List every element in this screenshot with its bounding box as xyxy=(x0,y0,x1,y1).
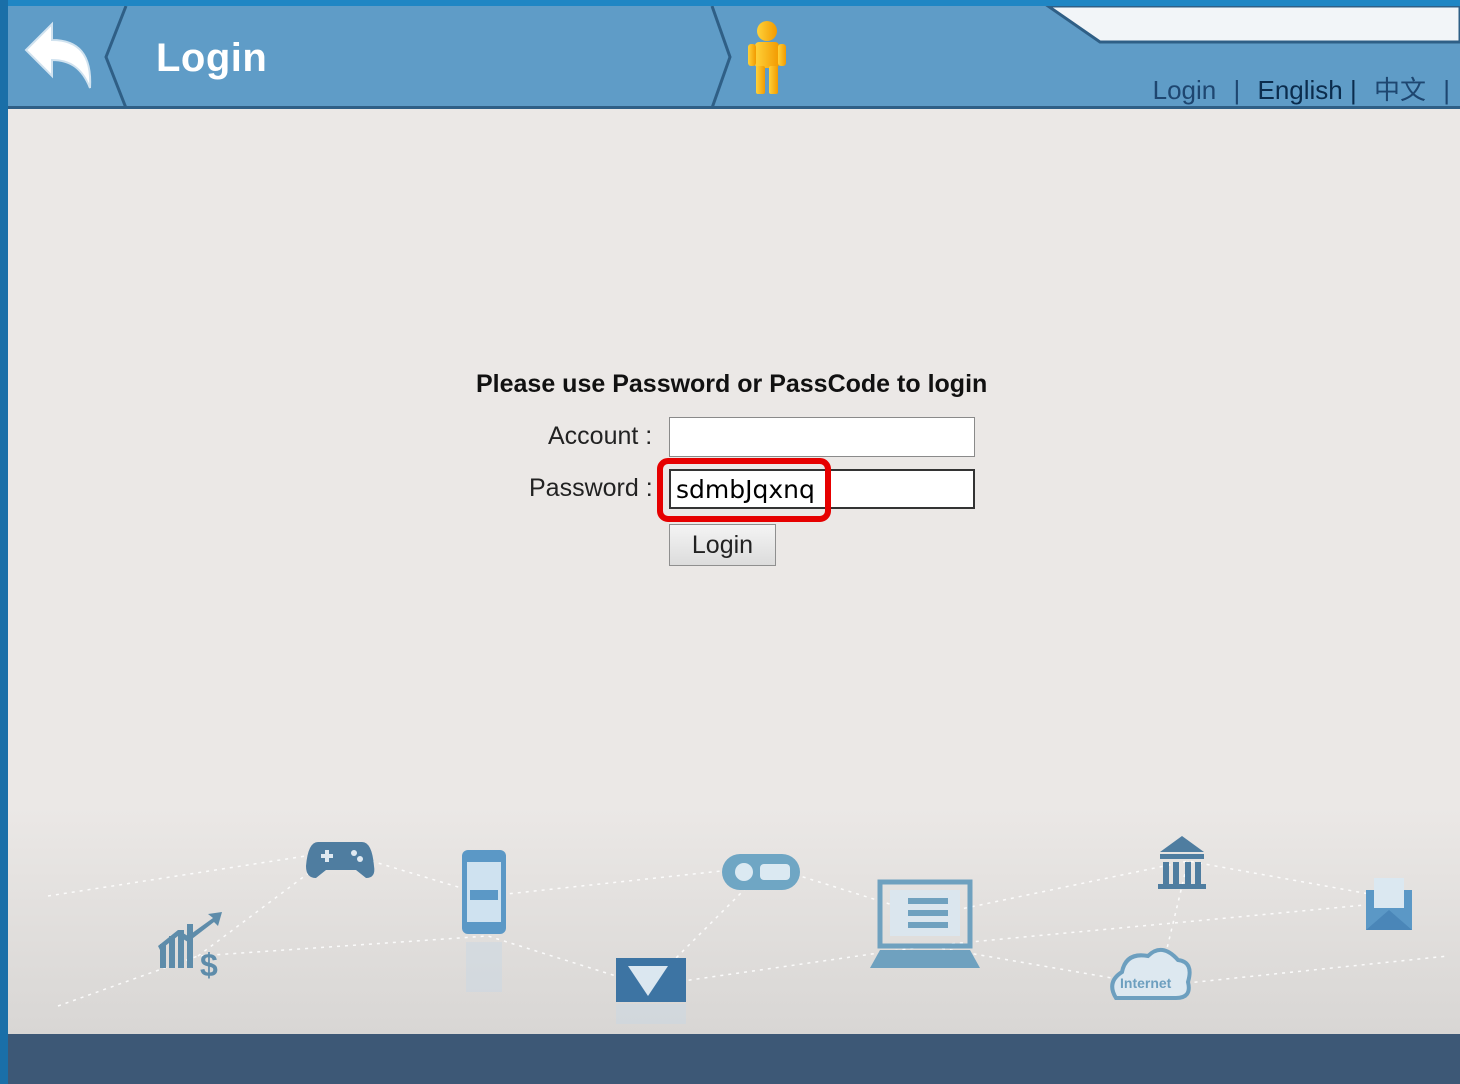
back-button[interactable] xyxy=(20,18,98,98)
login-prompt: Please use Password or PassCode to login xyxy=(476,370,988,398)
footer-bar xyxy=(8,1034,1460,1084)
page-title: Login xyxy=(156,36,268,80)
account-label: Account : xyxy=(548,422,653,450)
controller-icon xyxy=(722,854,800,890)
top-links: Login | English | 中文 | xyxy=(1153,70,1460,107)
english-link[interactable]: English | xyxy=(1257,75,1356,106)
user-figure-icon xyxy=(748,21,786,94)
header-divider xyxy=(8,106,1460,109)
link-separator: | xyxy=(1443,75,1450,105)
password-label: Password : xyxy=(529,474,653,502)
decorative-illustration: $ Internet xyxy=(8,806,1460,1036)
login-link[interactable]: Login xyxy=(1153,75,1217,106)
camera-icon xyxy=(616,958,686,1024)
app-frame: Login Login | English | 中文 | Please use xyxy=(8,6,1460,1084)
cloud-label: Internet xyxy=(1120,975,1172,991)
window-edge xyxy=(0,0,8,1084)
back-arrow-icon xyxy=(24,21,92,89)
account-input[interactable] xyxy=(669,417,975,457)
password-input[interactable] xyxy=(669,469,975,509)
header-bar: Login Login | English | 中文 | xyxy=(8,6,1460,109)
chinese-link[interactable]: 中文 xyxy=(1374,70,1426,107)
smartphone-icon xyxy=(462,850,506,992)
login-button[interactable]: Login xyxy=(669,524,776,566)
svg-text:$: $ xyxy=(200,947,218,983)
link-separator: | xyxy=(1233,75,1241,105)
